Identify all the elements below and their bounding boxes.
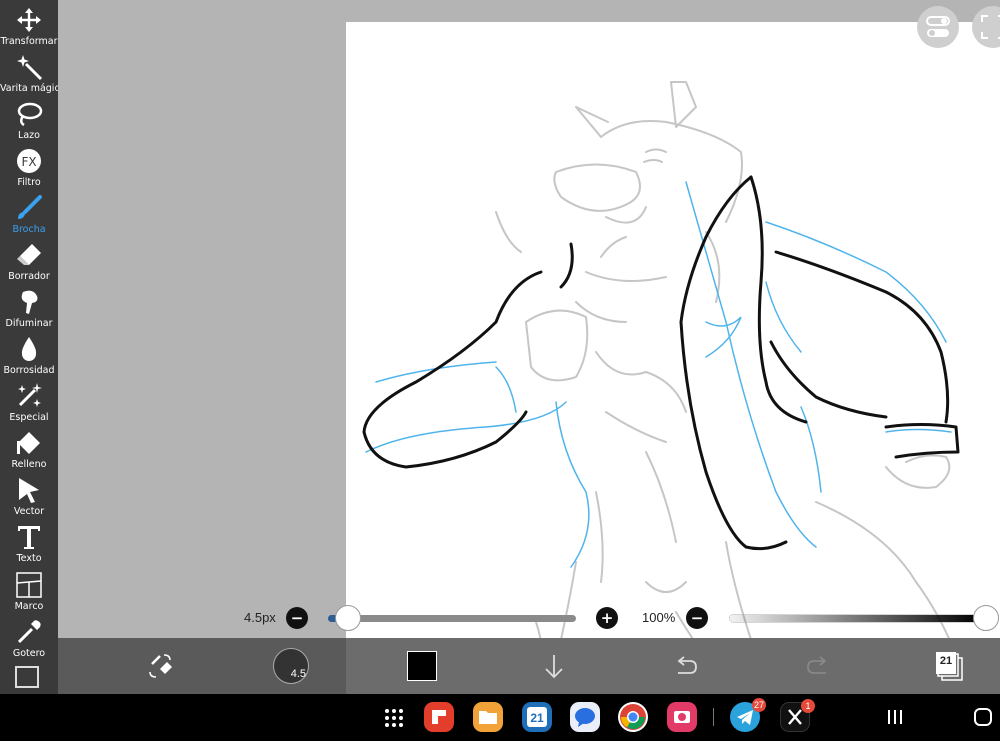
fill-bucket-icon <box>17 432 40 454</box>
tool-label: Transformar <box>0 36 58 47</box>
calendar-day: 21 <box>527 707 547 727</box>
frame-icon <box>16 572 42 598</box>
tool-label: Borrosidad <box>3 365 55 376</box>
move-icon <box>17 8 41 32</box>
redo-button[interactable] <box>804 652 832 680</box>
drawing-canvas[interactable] <box>346 22 1000 638</box>
files-app[interactable] <box>473 702 503 732</box>
save-download-button[interactable] <box>540 652 568 680</box>
fullscreen-button[interactable] <box>972 6 1000 48</box>
brush-size-decrease-button[interactable]: − <box>286 607 308 629</box>
tool-label: Relleno <box>11 459 47 470</box>
opacity-decrease-button[interactable]: − <box>686 607 708 629</box>
messages-icon <box>575 708 595 727</box>
system-taskbar: 21 27 1 <box>0 694 1000 741</box>
fx-icon: FX <box>17 149 41 173</box>
x-app[interactable]: 1 <box>780 699 815 732</box>
tool-label: Difuminar <box>5 318 53 329</box>
workspace[interactable] <box>58 0 1000 638</box>
brush-settings-button[interactable]: 4.5 <box>273 648 309 684</box>
tool-transformar[interactable]: Transformar <box>0 6 58 47</box>
slider-row: 4.5px − + 100% − <box>58 600 1000 638</box>
tool-borrosidad[interactable]: Borrosidad <box>0 335 58 376</box>
chrome-app[interactable] <box>618 702 648 732</box>
lasso-icon <box>17 102 43 127</box>
chrome-icon <box>620 704 646 730</box>
tool-label: Marco <box>14 601 44 612</box>
recent-apps-icon <box>888 710 902 724</box>
color-picker-button[interactable] <box>407 651 437 681</box>
recent-apps-button[interactable] <box>884 708 906 726</box>
brush-swap-icon <box>149 654 172 678</box>
tool-varita-magica[interactable]: Varita mágica <box>0 53 66 94</box>
tool-brocha[interactable]: Brocha <box>0 194 58 235</box>
brush-size-label: 4.5px <box>244 610 276 625</box>
tool-label: Lazo <box>18 130 40 141</box>
x-badge: 1 <box>801 699 815 713</box>
tool-label: Vector <box>13 506 45 517</box>
tool-texto[interactable]: Texto <box>0 523 58 564</box>
undo-icon <box>677 656 697 674</box>
layer-count: 21 <box>939 655 953 667</box>
telegram-app[interactable]: 27 <box>730 698 766 732</box>
layers-button[interactable]: 21 <box>934 650 964 682</box>
tool-label: Brocha <box>12 224 46 235</box>
redo-icon <box>807 656 827 674</box>
tool-lazo[interactable]: Lazo <box>0 100 58 141</box>
tool-difuminar[interactable]: Difuminar <box>0 288 58 329</box>
smudge-icon <box>21 290 38 314</box>
brush-eraser-switch-button[interactable] <box>146 652 174 680</box>
tool-especial[interactable]: Especial <box>0 382 58 423</box>
opacity-label: 100% <box>642 610 676 625</box>
tool-relleno[interactable]: Relleno <box>0 429 58 470</box>
calendar-app[interactable]: 21 <box>522 702 552 732</box>
tool-label: Borrador <box>8 271 50 282</box>
magic-wand-icon <box>17 55 43 81</box>
home-button[interactable] <box>974 708 992 726</box>
eyedropper-icon <box>17 620 41 644</box>
arrow-down-icon <box>545 655 563 679</box>
taskbar-divider <box>713 708 714 726</box>
camera-app[interactable] <box>667 702 697 732</box>
apps-grid-button[interactable] <box>382 706 406 730</box>
tool-label: Gotero <box>12 648 46 659</box>
brush-size-increase-button[interactable]: + <box>596 607 618 629</box>
tool-marco[interactable]: Marco <box>0 571 58 612</box>
tool-label: Varita mágica <box>0 83 66 94</box>
cursor-arrow-icon <box>19 478 39 503</box>
undo-button[interactable] <box>672 652 700 680</box>
bottom-action-bar: 4.5 21 <box>58 638 1000 694</box>
text-icon <box>18 526 40 549</box>
toggle-switch-icon <box>926 16 950 37</box>
brush-icon <box>18 195 42 219</box>
tool-gotero[interactable]: Gotero <box>0 618 58 659</box>
tool-sidebar: Transformar Varita mágica Lazo FX Filtro… <box>0 0 66 694</box>
brush-size-value: 4.5 <box>290 668 306 680</box>
tool-label: Especial <box>9 412 49 423</box>
fx-text: FX <box>21 155 36 169</box>
brush-size-slider-thumb[interactable] <box>335 605 361 631</box>
partial-tool-icon[interactable] <box>15 666 39 688</box>
flipboard-icon <box>432 710 446 724</box>
messages-app[interactable] <box>570 702 600 732</box>
expand-icon <box>981 15 1000 39</box>
eraser-icon <box>17 244 41 265</box>
tool-label: Texto <box>16 553 42 564</box>
sketch-artwork <box>362 81 960 638</box>
telegram-badge: 27 <box>752 698 766 712</box>
tool-filtro[interactable]: FX Filtro <box>0 147 58 188</box>
camera-icon <box>674 711 690 723</box>
brush-size-slider[interactable] <box>328 615 576 622</box>
sparkle-icon <box>18 383 42 407</box>
opacity-slider[interactable] <box>729 614 981 623</box>
tool-label: Filtro <box>17 177 41 188</box>
toggle-panel-button[interactable] <box>917 6 959 48</box>
apps-grid-icon <box>385 709 403 727</box>
tool-borrador[interactable]: Borrador <box>0 241 58 282</box>
files-icon <box>479 711 497 724</box>
tool-vector[interactable]: Vector <box>0 476 58 517</box>
blur-drop-icon <box>21 337 37 361</box>
flipboard-app[interactable] <box>424 702 454 732</box>
opacity-slider-thumb[interactable] <box>973 605 999 631</box>
